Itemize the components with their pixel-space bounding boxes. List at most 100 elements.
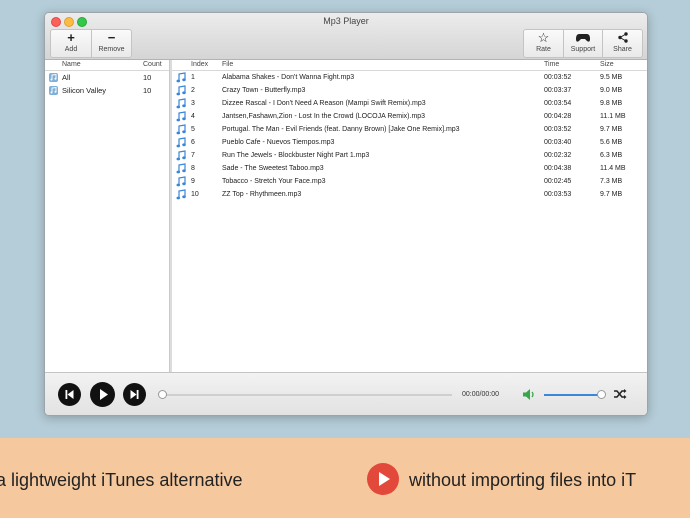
track-file: Sade - The Sweetest Taboo.mp3 <box>222 165 324 172</box>
column-header-time[interactable]: Time <box>544 60 559 70</box>
track-row[interactable]: 1 Alabama Shakes - Don't Wanna Fight.mp3 0… <box>172 71 647 84</box>
track-row[interactable]: 8 Sade - The Sweetest Taboo.mp3 00:04:38 11… <box>172 162 647 175</box>
track-size: 9.7 MB <box>600 126 623 133</box>
track-size: 9.0 MB <box>600 87 623 94</box>
track-row[interactable]: 5 Portugal. The Man - Evil Friends (feat.… <box>172 123 647 136</box>
player-controls: 00:00/00:00 <box>45 372 647 415</box>
column-header-size[interactable]: Size <box>600 60 614 70</box>
music-note-icon <box>176 163 186 174</box>
previous-icon <box>65 390 74 399</box>
previous-button[interactable] <box>58 383 81 406</box>
track-index: 9 <box>191 178 195 185</box>
sidebar-item-all[interactable]: All 10 <box>45 71 169 84</box>
shuffle-icon[interactable] <box>613 387 627 401</box>
track-index: 4 <box>191 113 195 120</box>
track-file: Portugal. The Man - Evil Friends (feat. … <box>222 126 460 133</box>
track-row[interactable]: 2 Crazy Town - Butterfly.mp3 00:03:37 9.0 M… <box>172 84 647 97</box>
track-time: 00:02:45 <box>544 178 572 185</box>
volume-slider[interactable] <box>544 394 601 396</box>
add-label: Add <box>64 46 78 53</box>
music-note-icon <box>176 124 186 135</box>
track-size: 11.1 MB <box>600 113 626 120</box>
rate-label: Rate <box>536 46 551 53</box>
track-file: Jantsen,Fashawn,Zion - Lost In the Crowd… <box>222 113 426 120</box>
promo-banner: a lightweight iTunes alternative without… <box>0 438 690 518</box>
progress-track[interactable] <box>162 394 452 396</box>
track-file: Tobacco - Stretch Your Face.mp3 <box>222 178 326 185</box>
track-time: 00:03:54 <box>544 100 572 107</box>
play-button[interactable] <box>90 382 115 407</box>
track-row[interactable]: 10 ZZ Top - Rhythmeen.mp3 00:03:53 9.7 MB <box>172 188 647 201</box>
music-note-icon <box>176 85 186 96</box>
track-time: 00:02:32 <box>544 152 572 159</box>
track-index: 5 <box>191 126 195 133</box>
music-note-icon <box>176 137 186 148</box>
app-window: Mp3 Player + Add − Remove ☆ Rate Support <box>44 12 648 416</box>
music-note-icon <box>176 176 186 187</box>
share-icon <box>603 30 642 45</box>
track-time: 00:03:37 <box>544 87 572 94</box>
sidebar-item-label: All <box>62 73 71 82</box>
track-file: Crazy Town - Butterfly.mp3 <box>222 87 306 94</box>
add-button[interactable]: + Add <box>51 30 92 57</box>
support-button[interactable]: Support <box>564 30 603 57</box>
next-icon <box>130 390 139 399</box>
banner-left-text: a lightweight iTunes alternative <box>0 470 243 490</box>
playlist-icon <box>49 73 58 82</box>
volume-knob[interactable] <box>597 390 606 399</box>
track-time: 00:04:38 <box>544 165 572 172</box>
track-time: 00:03:52 <box>544 126 572 133</box>
track-file: Run The Jewels - Blockbuster Night Part … <box>222 152 370 159</box>
track-row[interactable]: 6 Pueblo Cafe - Nuevos Tiempos.mp3 00:03:4… <box>172 136 647 149</box>
plus-icon: + <box>67 30 75 45</box>
sidebar-item-count: 10 <box>143 86 152 95</box>
track-size: 7.3 MB <box>600 178 623 185</box>
music-note-icon <box>176 98 186 109</box>
track-row[interactable]: 7 Run The Jewels - Blockbuster Night Part… <box>172 149 647 162</box>
titlebar: Mp3 Player + Add − Remove ☆ Rate Support <box>45 13 647 60</box>
track-file: Alabama Shakes - Don't Wanna Fight.mp3 <box>222 74 355 81</box>
column-header-index[interactable]: Index <box>191 60 208 70</box>
column-header-file[interactable]: File <box>222 60 233 70</box>
volume-icon[interactable] <box>522 388 536 401</box>
music-note-icon <box>176 189 186 200</box>
track-time: 00:04:28 <box>544 113 572 120</box>
share-label: Share <box>613 46 632 53</box>
share-button[interactable]: Share <box>603 30 642 57</box>
track-time: 00:03:52 <box>544 74 572 81</box>
track-row[interactable]: 4 Jantsen,Fashawn,Zion - Lost In the Crow… <box>172 110 647 123</box>
music-note-icon <box>176 72 186 83</box>
play-circle-icon <box>367 463 399 495</box>
sidebar-header-name[interactable]: Name <box>62 60 81 70</box>
track-index: 7 <box>191 152 195 159</box>
minus-icon: − <box>107 30 116 45</box>
track-file: Dizzee Rascal - I Don't Need A Reason (M… <box>222 100 426 107</box>
sidebar-item-silicon-valley[interactable]: Silicon Valley 10 <box>45 84 169 97</box>
track-row[interactable]: 9 Tobacco - Stretch Your Face.mp3 00:02:45… <box>172 175 647 188</box>
sidebar-header-count[interactable]: Count <box>143 60 162 70</box>
rate-button[interactable]: ☆ Rate <box>524 30 564 57</box>
remove-label: Remove <box>98 46 125 53</box>
track-index: 2 <box>191 87 195 94</box>
track-time: 00:03:53 <box>544 191 572 198</box>
remove-button[interactable]: − Remove <box>92 30 131 57</box>
track-table-header: Index File Time Size <box>172 60 647 71</box>
track-size: 11.4 MB <box>600 165 626 172</box>
support-label: Support <box>570 46 596 53</box>
rate-support-share-group: ☆ Rate Support Share <box>523 29 643 58</box>
track-index: 10 <box>191 191 199 198</box>
progress-knob[interactable] <box>158 390 167 399</box>
track-size: 9.7 MB <box>600 191 623 198</box>
time-readout: 00:00/00:00 <box>462 391 499 398</box>
gamepad-icon <box>564 30 602 45</box>
window-title: Mp3 Player <box>323 16 369 26</box>
music-note-icon <box>176 150 186 161</box>
track-index: 3 <box>191 100 195 107</box>
playlist-icon <box>49 86 58 95</box>
track-row[interactable]: 3 Dizzee Rascal - I Don't Need A Reason (… <box>172 97 647 110</box>
next-button[interactable] <box>123 383 146 406</box>
track-size: 9.8 MB <box>600 100 623 107</box>
track-list: Index File Time Size 1 Alabama Shakes - D… <box>172 60 647 372</box>
play-icon <box>100 389 108 400</box>
track-size: 9.5 MB <box>600 74 623 81</box>
